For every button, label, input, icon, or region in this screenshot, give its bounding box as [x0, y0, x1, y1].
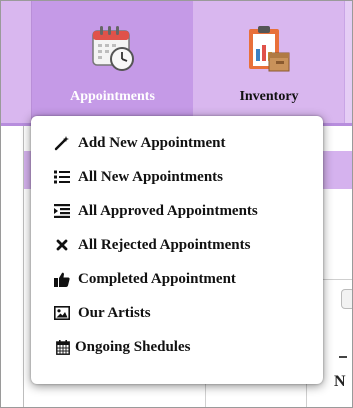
- nav-label-inventory: Inventory: [239, 89, 299, 104]
- menu-label: All Approved Appointments: [78, 202, 258, 219]
- indent-list-icon: [53, 203, 71, 219]
- app-frame: Appointments Inventory N Add New Appoint…: [0, 0, 353, 408]
- panel-tab[interactable]: [341, 289, 352, 309]
- menu-label: Completed Appointment: [78, 270, 236, 287]
- calendar-icon: [54, 339, 72, 355]
- partial-text: N: [334, 373, 346, 390]
- nav-label-appointments: Appointments: [70, 89, 155, 104]
- nav-item-inventory[interactable]: Inventory: [193, 1, 345, 121]
- nav-item-next-partial[interactable]: [344, 1, 352, 126]
- menu-item-our-artists[interactable]: Our Artists: [31, 296, 323, 330]
- appointments-dropdown-menu: Add New Appointment All New Appointments: [31, 116, 323, 384]
- menu-label: Ongoing Shedules: [75, 338, 191, 355]
- menu-label: All Rejected Appointments: [78, 236, 251, 253]
- list-icon: [53, 169, 71, 185]
- menu-item-all-new-appointments[interactable]: All New Appointments: [31, 160, 323, 194]
- menu-label: Our Artists: [78, 304, 151, 321]
- inventory-clipboard-box-icon: [249, 26, 290, 72]
- top-navigation: Appointments Inventory: [1, 1, 352, 126]
- menu-item-all-rejected-appointments[interactable]: All Rejected Appointments: [31, 228, 323, 262]
- menu-label: Add New Appointment: [78, 134, 226, 151]
- magic-wand-icon: [53, 135, 71, 151]
- menu-label: All New Appointments: [78, 168, 224, 185]
- menu-item-add-new-appointment[interactable]: Add New Appointment: [31, 126, 323, 160]
- dash-mark: [339, 356, 347, 358]
- nav-item-appointments[interactable]: Appointments: [31, 1, 193, 121]
- image-icon: [53, 305, 71, 321]
- menu-item-completed-appointment[interactable]: Completed Appointment: [31, 262, 323, 296]
- times-icon: [53, 237, 71, 253]
- menu-item-all-approved-appointments[interactable]: All Approved Appointments: [31, 194, 323, 228]
- menu-item-ongoing-schedules[interactable]: Ongoing Shedules: [31, 330, 323, 364]
- thumbs-up-icon: [53, 271, 71, 287]
- calendar-clock-icon: [91, 26, 134, 71]
